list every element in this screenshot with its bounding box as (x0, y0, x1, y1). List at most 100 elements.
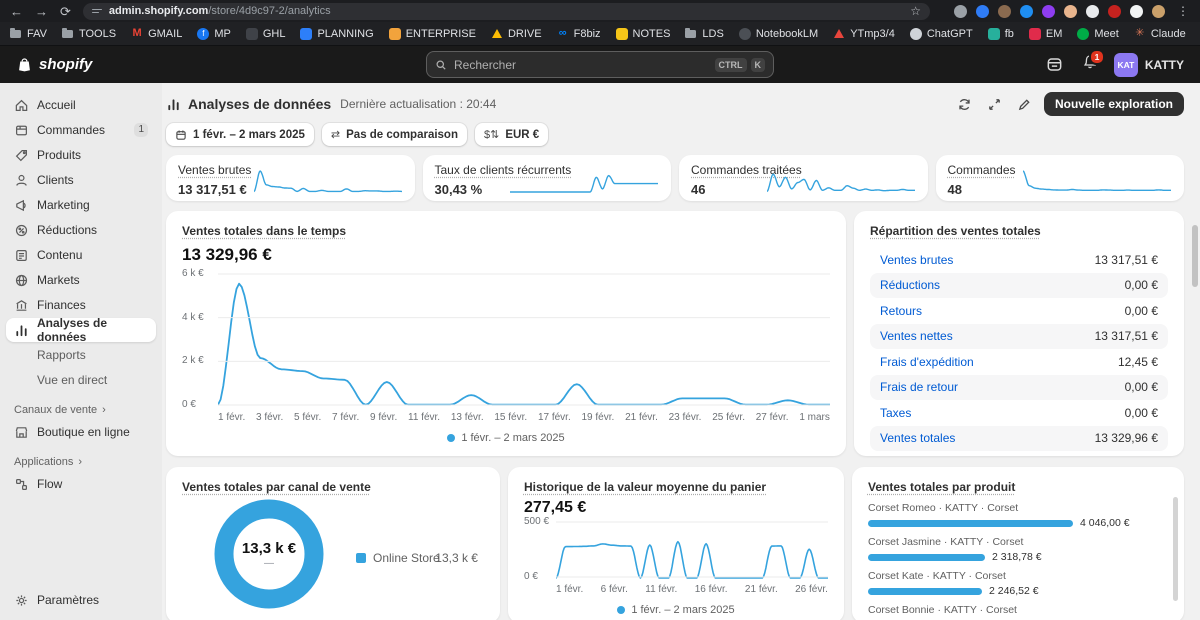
date-range-filter[interactable]: 1 févr. – 2 mars 2025 (166, 123, 314, 146)
favicon (988, 28, 1000, 40)
extension-icon-2[interactable] (976, 5, 989, 18)
sidebar-section-applications[interactable]: Applications› (6, 445, 156, 472)
bookmark-meet[interactable]: Meet (1077, 28, 1118, 40)
bookmark-ghl[interactable]: GHL (246, 28, 286, 40)
extension-icon-6[interactable] (1064, 5, 1077, 18)
admin-apps-icon[interactable] (1044, 54, 1066, 76)
search-input[interactable]: Rechercher CTRL K (426, 51, 774, 78)
extension-icon-4[interactable] (1020, 5, 1033, 18)
user-menu[interactable]: KAT KATTY (1114, 53, 1184, 77)
kpi-card-ventes-brutes[interactable]: Ventes brutes 13 317,51 € (166, 155, 415, 201)
new-exploration-button[interactable]: Nouvelle exploration (1044, 92, 1184, 116)
extension-icon-8[interactable] (1108, 5, 1121, 18)
bookmark-chatgpt[interactable]: ChatGPT (910, 28, 973, 40)
sidebar-item-rapports[interactable]: Rapports (6, 343, 156, 367)
breakdown-link[interactable]: Retours (880, 304, 922, 318)
bookmark-drive[interactable]: DRIVE (491, 28, 542, 40)
reload-icon[interactable]: ⟳ (60, 5, 71, 18)
notifications-button[interactable]: 1 (1082, 54, 1098, 75)
sidebar-item-contenu[interactable]: Contenu (6, 243, 156, 267)
breakdown-link[interactable]: Ventes totales (880, 431, 955, 445)
sidebar-item-vue-en-direct[interactable]: Vue en direct (6, 368, 156, 392)
x-axis-label: 15 févr. (494, 412, 527, 423)
bookmark-em[interactable]: EM (1029, 28, 1063, 40)
bookmark-claude[interactable]: ✳Claude (1134, 28, 1186, 40)
date-range-label: 1 févr. – 2 mars 2025 (193, 129, 305, 141)
sidebar-item-accueil[interactable]: Accueil (6, 93, 156, 117)
forward-icon[interactable]: → (35, 5, 48, 18)
shopify-logo[interactable]: shopify (16, 56, 92, 73)
breakdown-value: 13 317,51 € (1095, 253, 1158, 267)
bookmark-label: GMAIL (148, 28, 182, 40)
bookmark-notebooklm[interactable]: NotebookLM (739, 28, 818, 40)
kpi-card-commandes-trait-es[interactable]: Commandes traitées 46 (679, 155, 928, 201)
sidebar-item-label: Commandes (37, 123, 105, 137)
bookmark-planning[interactable]: PLANNING (300, 28, 373, 40)
refresh-button[interactable] (954, 93, 976, 115)
sales-over-time-title[interactable]: Ventes totales dans le temps (182, 224, 346, 238)
bookmark-lds[interactable]: LDS (685, 28, 723, 40)
sidebar-item-produits[interactable]: Produits (6, 143, 156, 167)
bookmark-fb[interactable]: fb (988, 28, 1014, 40)
sales-by-channel-title[interactable]: Ventes totales par canal de vente (182, 480, 371, 494)
sidebar-item-finances[interactable]: Finances (6, 293, 156, 317)
sales-by-product-title[interactable]: Ventes totales par produit (868, 480, 1015, 494)
bookmark-label: LDS (702, 28, 723, 40)
orders-count-badge: 1 (134, 123, 148, 137)
bookmark-star-icon[interactable]: ☆ (910, 4, 921, 18)
kpi-label[interactable]: Commandes (948, 163, 1016, 177)
bookmark-f8biz[interactable]: ∞F8biz (557, 28, 601, 40)
bookmark-tools[interactable]: TOOLS (62, 28, 116, 40)
bookmark-ytmp3-4[interactable]: YTmp3/4 (833, 28, 895, 40)
kpi-card-taux-de-clients-r-currents[interactable]: Taux de clients récurrents 30,43 % (423, 155, 672, 201)
browser-profile-avatar[interactable] (1152, 5, 1165, 18)
product-name: Corset Romeo · KATTY · Corset (868, 502, 1168, 514)
sidebar-item-markets[interactable]: Markets (6, 268, 156, 292)
sidebar-item-r-ductions[interactable]: Réductions (6, 218, 156, 242)
breakdown-link[interactable]: Frais d'expédition (880, 355, 974, 369)
sidebar-item-parametres[interactable]: Paramètres (6, 588, 156, 612)
legend-label: 1 févr. – 2 mars 2025 (631, 604, 734, 616)
extension-icon-7[interactable] (1086, 5, 1099, 18)
fullscreen-button[interactable] (984, 93, 1006, 115)
screen: ← → ⟳ admin.shopify.com/store/4d9c97-2/a… (0, 0, 1200, 620)
browser-menu-icon[interactable]: ⋮ (1177, 4, 1190, 18)
avg-basket-title[interactable]: Historique de la valeur moyenne du panie… (524, 480, 766, 494)
legend-dot (617, 606, 625, 614)
bookmark-notes[interactable]: NOTES (616, 28, 671, 40)
kpi-label[interactable]: Ventes brutes (178, 163, 251, 177)
sales-breakdown-title[interactable]: Répartition des ventes totales (870, 224, 1041, 238)
bookmark-fav[interactable]: FAV (10, 28, 47, 40)
sidebar-item-boutique-en-ligne[interactable]: Boutique en ligne (6, 420, 156, 444)
back-icon[interactable]: ← (10, 5, 23, 18)
extension-icon-9[interactable] (1130, 5, 1143, 18)
sidebar-item-flow[interactable]: Flow (6, 472, 156, 496)
address-bar[interactable]: admin.shopify.com/store/4d9c97-2/analyti… (83, 3, 930, 20)
breakdown-link[interactable]: Frais de retour (880, 380, 958, 394)
comparison-filter[interactable]: ⇄ Pas de comparaison (322, 123, 467, 146)
breakdown-link[interactable]: Ventes nettes (880, 329, 953, 343)
extension-icon-3[interactable] (998, 5, 1011, 18)
bookmark-mp[interactable]: fMP (197, 28, 231, 40)
extension-icon-5[interactable] (1042, 5, 1055, 18)
bookmark-enterprise[interactable]: ENTERPRISE (389, 28, 476, 40)
currency-filter[interactable]: $⇅ EUR € (475, 123, 548, 146)
product-scrollbar[interactable] (1173, 497, 1178, 601)
sidebar-item-marketing[interactable]: Marketing (6, 193, 156, 217)
sidebar-section-canaux-de-vente[interactable]: Canaux de vente› (6, 393, 156, 420)
kpi-card-commandes[interactable]: Commandes 48 (936, 155, 1185, 201)
sidebar-item-label: Flow (37, 477, 62, 491)
edit-button[interactable] (1014, 93, 1036, 115)
filter-row: 1 févr. – 2 mars 2025 ⇄ Pas de comparais… (166, 123, 1184, 146)
bookmark-gmail[interactable]: MGMAIL (131, 28, 182, 40)
sidebar-item-clients[interactable]: Clients (6, 168, 156, 192)
breakdown-link[interactable]: Taxes (880, 406, 911, 420)
extension-icon-1[interactable] (954, 5, 967, 18)
sidebar-item-commandes[interactable]: Commandes 1 (6, 118, 156, 142)
breakdown-link[interactable]: Réductions (880, 278, 940, 292)
page-scrollbar[interactable] (1192, 225, 1198, 287)
breakdown-link[interactable]: Ventes brutes (880, 253, 953, 267)
sales-over-time-card: Ventes totales dans le temps 13 329,96 €… (166, 211, 846, 456)
site-settings-icon[interactable] (92, 7, 102, 16)
sidebar-item-analyses-de-donn-es[interactable]: Analyses de données (6, 318, 156, 342)
